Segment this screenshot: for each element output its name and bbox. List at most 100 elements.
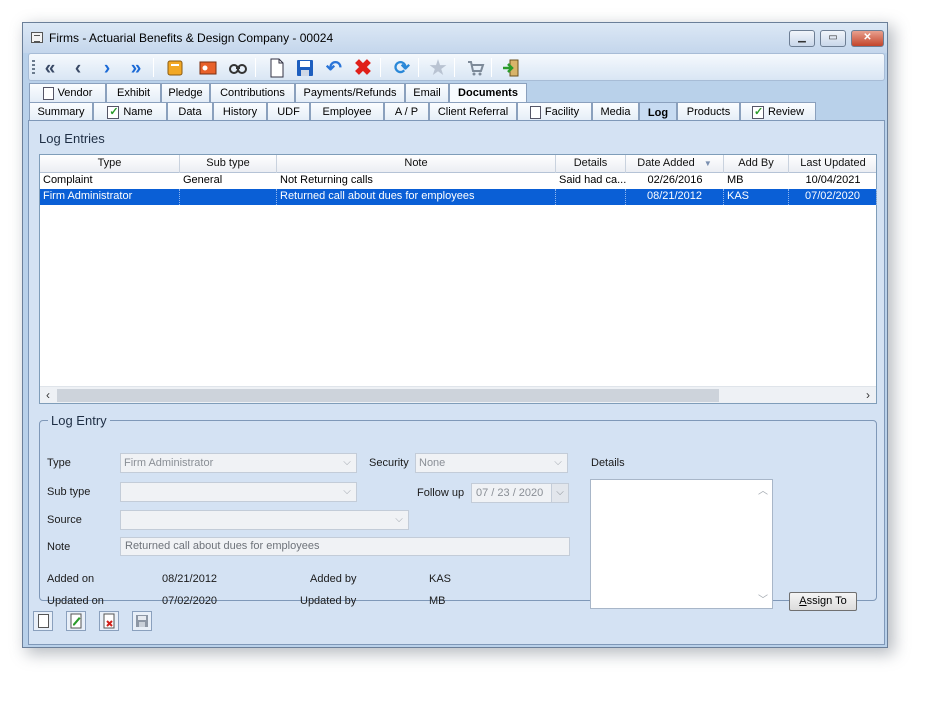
followup-date-picker[interactable]: 07 / 23 / 2020 ⌵ [471,483,569,503]
scrollbar-thumb[interactable] [57,389,719,402]
column-header-last-updated[interactable]: Last Updated [789,155,877,173]
tab-contributions[interactable]: Contributions [210,83,295,102]
chevron-down-icon[interactable]: ⌵ [392,511,406,529]
log-entries-grid[interactable]: Type Sub type Note Details Date Added ▼ … [39,154,877,404]
note-label: Note [47,541,71,553]
tab-label: Media [600,106,631,118]
tab-name[interactable]: Name [93,102,167,121]
app-icon [31,32,43,43]
tab-exhibit[interactable]: Exhibit [106,83,161,102]
toolbar: « ‹ › » ↶ ✖ ⟳ ★ [28,53,885,81]
edit-icon[interactable] [66,611,86,631]
save-icon[interactable] [132,611,152,631]
cart-icon[interactable] [463,56,487,80]
chevron-down-icon[interactable]: ⌵ [551,454,565,472]
tab-label: Documents [458,87,518,99]
followup-label: Follow up [417,487,465,499]
table-row-selected[interactable]: Firm Administrator Returned call about d… [40,189,877,205]
new-page-icon[interactable] [265,56,289,80]
tab-row-lower: Summary Name Data History UDF Employee A… [29,102,889,122]
previous-icon[interactable]: ‹ [66,56,90,80]
column-header-details[interactable]: Details [556,155,626,173]
tab-facility[interactable]: Facility [517,102,592,121]
tab-employee[interactable]: Employee [310,102,384,121]
tab-media[interactable]: Media [592,102,639,121]
tab-data[interactable]: Data [167,102,213,121]
undo-icon[interactable]: ↶ [322,56,346,80]
column-header-add-by[interactable]: Add By [724,155,789,173]
delete-icon[interactable]: ✖ [351,56,375,80]
delete-icon[interactable] [99,611,119,631]
tab-log[interactable]: Log [639,102,677,122]
note-field[interactable]: Returned call about dues for employees [120,537,570,556]
scroll-down-icon[interactable]: ﹀ [758,591,768,606]
tab-label: Employee [322,106,372,118]
refresh-icon[interactable]: ⟳ [390,56,414,80]
tab-label: Facility [544,106,580,118]
column-header-type[interactable]: Type [40,155,180,173]
tab-summary[interactable]: Summary [29,102,93,121]
column-header-date-added[interactable]: Date Added ▼ [626,155,724,173]
new-icon[interactable] [33,611,53,631]
details-textarea[interactable]: ︿ ﹀ [590,479,773,609]
tab-email[interactable]: Email [405,83,449,102]
horizontal-scrollbar[interactable]: ‹ › [40,386,876,403]
tab-row-upper: Vendor Exhibit Pledge Contributions Paym… [29,83,889,102]
next-icon[interactable]: › [95,56,119,80]
source-combobox[interactable]: ⌵ [120,510,409,530]
column-header-note[interactable]: Note [277,155,556,173]
assign-to-button[interactable]: Assign To [789,592,857,611]
column-header-subtype[interactable]: Sub type [180,155,277,173]
cell-note: Returned call about dues for employees [277,189,556,205]
tab-udf[interactable]: UDF [267,102,310,121]
tab-documents[interactable]: Documents [449,83,527,102]
first-icon[interactable]: « [38,56,62,80]
save-icon[interactable] [293,56,317,80]
tab-payments-refunds[interactable]: Payments/Refunds [295,83,405,102]
tab-review[interactable]: Review [740,102,816,121]
checked-doc-icon [751,105,764,119]
last-icon[interactable]: » [124,56,148,80]
subtype-combobox[interactable]: ⌵ [120,482,357,502]
star-icon[interactable]: ★ [426,56,450,80]
added-on-label: Added on [47,573,95,585]
card-icon[interactable] [196,56,220,80]
type-combobox[interactable]: Firm Administrator ⌵ [120,453,357,473]
scroll-right-icon[interactable]: › [860,388,876,403]
tab-client-referral[interactable]: Client Referral [429,102,517,121]
exit-icon[interactable] [499,56,523,80]
tab-vendor[interactable]: Vendor [29,83,106,102]
tab-products[interactable]: Products [677,102,740,121]
cell-type: Complaint [43,174,93,186]
chevron-down-icon[interactable]: ⌵ [340,483,354,501]
cell-date-added: 08/21/2012 [626,189,724,205]
scroll-up-icon[interactable]: ︿ [758,482,768,497]
checked-doc-icon [107,105,120,119]
tab-label: Client Referral [437,106,509,118]
maximize-button[interactable]: ▭ [820,30,846,47]
chevron-down-icon[interactable]: ⌵ [551,484,568,502]
security-label: Security [369,457,409,469]
binoculars-icon[interactable] [226,56,250,80]
subtype-label: Sub type [47,486,91,498]
tab-pledge[interactable]: Pledge [161,83,210,102]
cell-date-added: 02/26/2016 [647,174,703,186]
toolbar-grip[interactable] [32,60,35,76]
window-title: Firms - Actuarial Benefits & Design Comp… [49,31,334,45]
tab-history[interactable]: History [213,102,267,121]
book-icon[interactable] [163,56,187,80]
chevron-down-icon[interactable]: ⌵ [340,454,354,472]
type-label: Type [47,457,71,469]
page-icon [529,105,541,119]
scroll-left-icon[interactable]: ‹ [40,388,56,403]
close-button[interactable]: ✕ [851,30,884,47]
table-row[interactable]: Complaint General Not Returning calls Sa… [40,173,876,189]
tab-ap[interactable]: A / P [384,102,429,121]
log-entry-legend: Log Entry [51,413,107,428]
details-label: Details [591,457,625,469]
minimize-button[interactable]: ▁ [789,30,815,47]
toolbar-separator [454,58,455,77]
tab-label: Email [413,87,441,99]
security-combobox[interactable]: None ⌵ [415,453,568,473]
tab-label: History [222,106,258,118]
